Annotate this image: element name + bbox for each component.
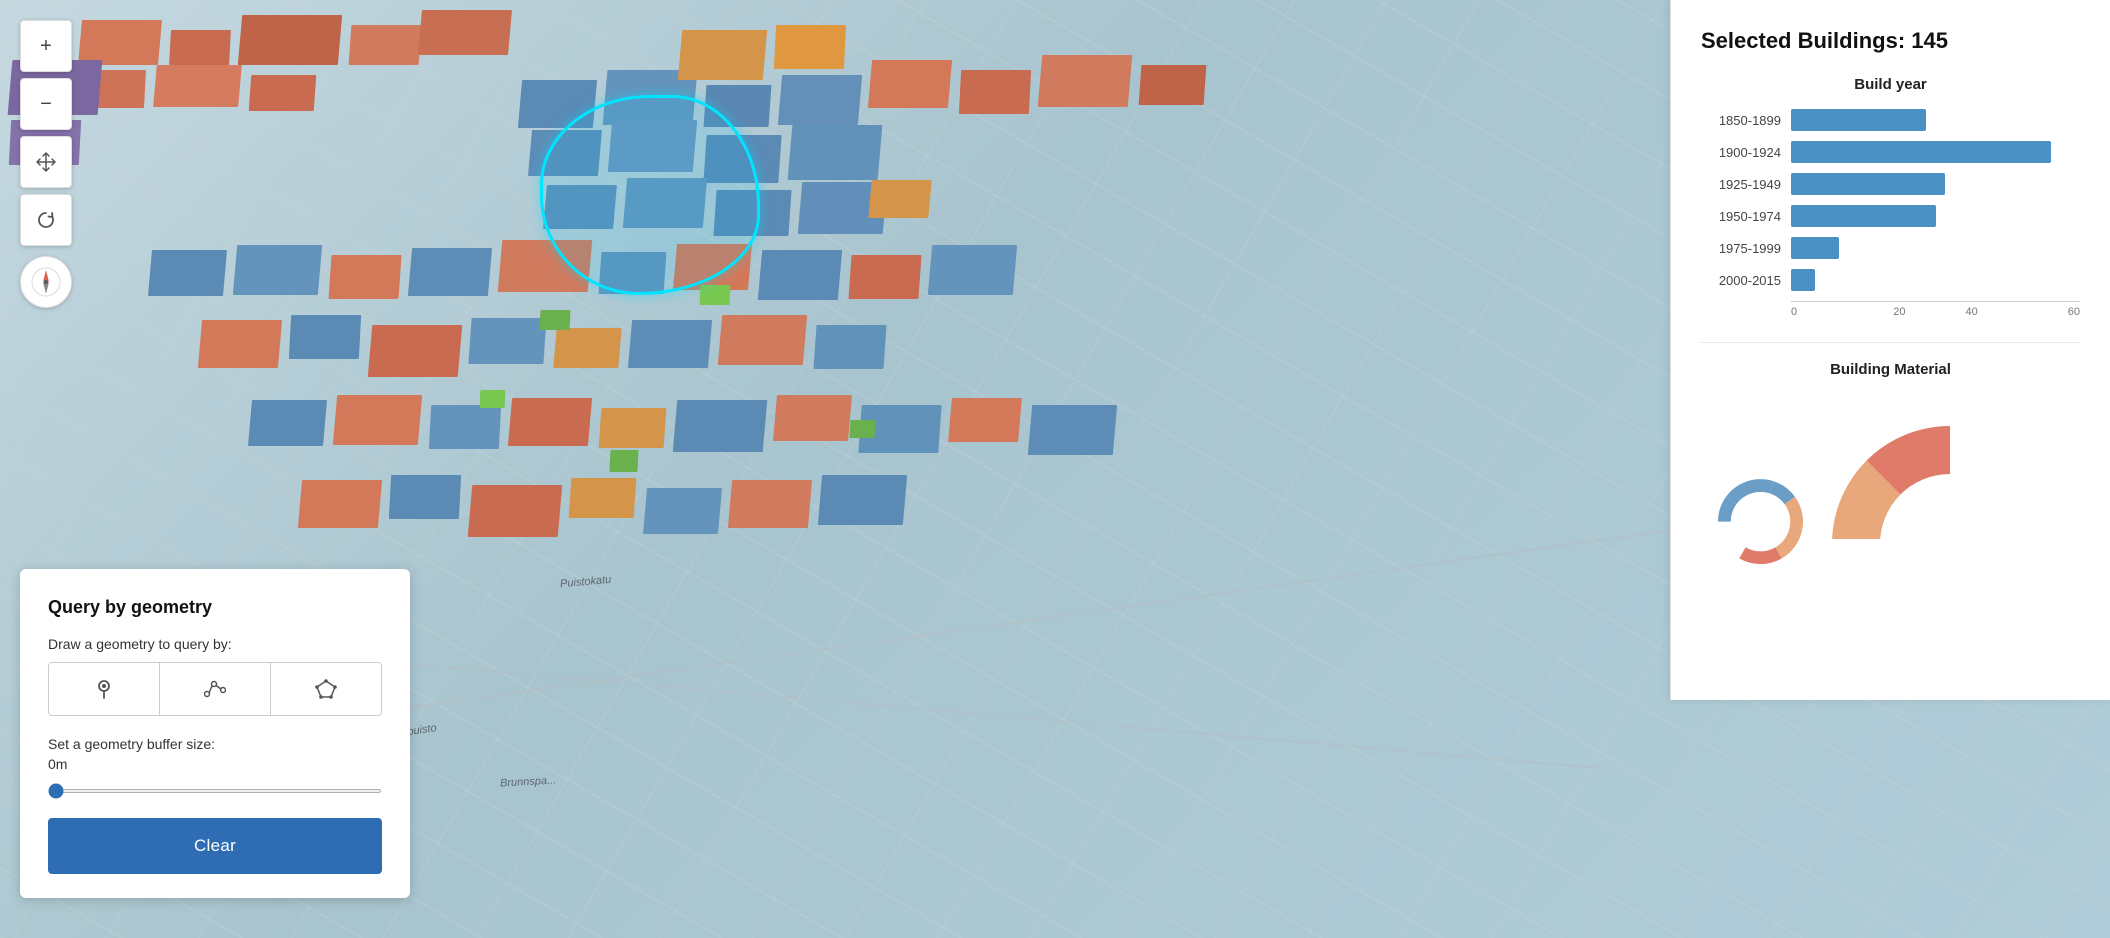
build-year-title: Build year — [1701, 76, 2080, 93]
buffer-label: Set a geometry buffer size: — [48, 736, 382, 752]
compass-button[interactable] — [20, 256, 72, 308]
bar-track — [1791, 269, 2080, 291]
bar-fill — [1791, 173, 1945, 195]
bar-row-2000-2015: 2000-2015 — [1701, 269, 2080, 291]
bar-fill — [1791, 269, 1815, 291]
buffer-value: 0m — [48, 756, 382, 772]
chart-divider — [1701, 342, 2080, 343]
bar-axis: 0 20 40 60 — [1791, 301, 2080, 318]
draw-label: Draw a geometry to query by: — [48, 636, 382, 652]
query-panel: Query by geometry Draw a geometry to que… — [20, 569, 410, 898]
bar-track — [1791, 173, 2080, 195]
buffer-slider-container — [48, 780, 382, 798]
donut-chart — [1701, 404, 1820, 584]
reset-button[interactable] — [20, 194, 72, 246]
bar-track — [1791, 205, 2080, 227]
donut-chart-container — [1701, 394, 2080, 584]
bar-label: 1950-1974 — [1701, 209, 1781, 224]
draw-tools — [48, 662, 382, 716]
axis-label-40: 40 — [1936, 306, 2008, 318]
bar-fill — [1791, 109, 1926, 131]
pan-button[interactable] — [20, 136, 72, 188]
stats-panel: Selected Buildings: 145 Build year 1850-… — [1670, 0, 2110, 700]
draw-polyline-button[interactable] — [160, 663, 271, 715]
bar-row-1850-1899: 1850-1899 — [1701, 109, 2080, 131]
query-panel-title: Query by geometry — [48, 597, 382, 618]
zoom-out-button[interactable]: − — [20, 78, 72, 130]
bar-track — [1791, 141, 2080, 163]
buffer-slider[interactable] — [48, 789, 382, 793]
bar-track — [1791, 109, 2080, 131]
bar-row-1950-1974: 1950-1974 — [1701, 205, 2080, 227]
bar-fill — [1791, 237, 1839, 259]
bar-track — [1791, 237, 2080, 259]
clear-button[interactable]: Clear — [48, 818, 382, 874]
draw-point-button[interactable] — [49, 663, 160, 715]
bar-fill — [1791, 205, 1936, 227]
bar-row-1900-1924: 1900-1924 — [1701, 141, 2080, 163]
axis-label-20: 20 — [1863, 306, 1935, 318]
bar-label: 2000-2015 — [1701, 273, 1781, 288]
bar-label: 1925-1949 — [1701, 177, 1781, 192]
material-title: Building Material — [1701, 361, 2080, 378]
build-year-chart: 1850-1899 1900-1924 1925-1949 1950-1974 … — [1701, 109, 2080, 318]
map-controls: + − — [20, 20, 72, 308]
axis-label-60: 60 — [2008, 306, 2080, 318]
bar-label: 1975-1999 — [1701, 241, 1781, 256]
stats-title: Selected Buildings: 145 — [1701, 28, 2080, 54]
bar-row-1975-1999: 1975-1999 — [1701, 237, 2080, 259]
bar-label: 1850-1899 — [1701, 113, 1781, 128]
draw-polygon-button[interactable] — [271, 663, 381, 715]
bar-fill — [1791, 141, 2051, 163]
bar-row-1925-1949: 1925-1949 — [1701, 173, 2080, 195]
axis-label-0: 0 — [1791, 306, 1863, 318]
zoom-in-button[interactable]: + — [20, 20, 72, 72]
bar-label: 1900-1924 — [1701, 145, 1781, 160]
